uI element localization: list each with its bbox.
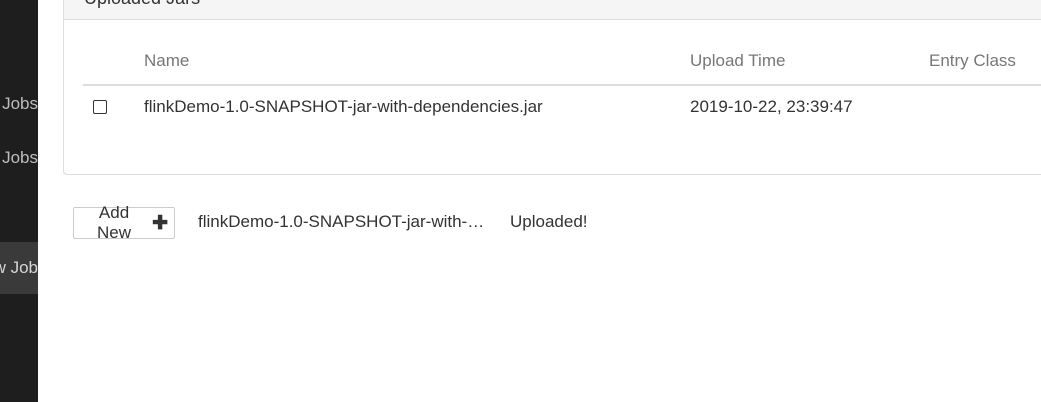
sidebar-item-running-jobs[interactable]: Running Jobs bbox=[0, 94, 38, 114]
add-new-label: Add New bbox=[97, 203, 132, 242]
sidebar-item-completed-jobs[interactable]: Completed Jobs bbox=[0, 148, 38, 168]
jar-select-checkbox[interactable] bbox=[93, 100, 107, 114]
upload-status: Uploaded! bbox=[510, 212, 588, 231]
selected-file-name: flinkDemo-1.0-SNAPSHOT-jar-with-dependen… bbox=[198, 212, 490, 231]
table-header-divider bbox=[83, 84, 1041, 86]
uploaded-jars-panel: Uploaded Jars bbox=[63, 0, 1041, 175]
column-header-upload-time: Upload Time bbox=[690, 51, 786, 70]
column-header-entry-class: Entry Class bbox=[929, 51, 1016, 70]
panel-heading: Uploaded Jars bbox=[64, 0, 1041, 20]
sidebar: Running Jobs Completed Jobs Submit new J… bbox=[0, 0, 38, 402]
add-new-button[interactable]: Add New ✚ bbox=[73, 203, 175, 242]
jar-name-cell[interactable]: flinkDemo-1.0-SNAPSHOT-jar-with-dependen… bbox=[144, 97, 543, 117]
column-header-name: Name bbox=[144, 51, 190, 70]
panel-title: Uploaded Jars bbox=[84, 0, 200, 9]
jar-upload-time-cell: 2019-10-22, 23:39:47 bbox=[690, 97, 853, 116]
plus-icon: ✚ bbox=[152, 212, 168, 234]
sidebar-item-submit-new-job[interactable]: Submit new Job bbox=[0, 242, 38, 294]
